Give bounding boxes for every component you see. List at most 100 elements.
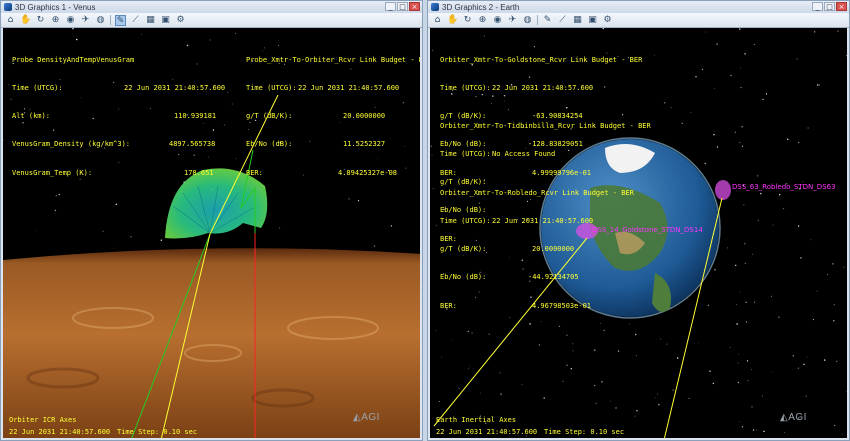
star: [714, 130, 716, 132]
view-icon[interactable]: ◉: [65, 15, 76, 26]
capture-icon[interactable]: ▣: [160, 15, 171, 26]
minimize-button[interactable]: _: [385, 2, 396, 11]
star: [593, 349, 596, 351]
pick-icon[interactable]: ✎: [542, 15, 553, 26]
star: [543, 397, 545, 399]
maximize-button[interactable]: □: [824, 2, 835, 11]
toolbar-separator: [537, 15, 538, 25]
axes-label: Orbiter ICR Axes: [9, 416, 77, 424]
star: [729, 346, 731, 348]
measure-icon[interactable]: ⟋: [557, 15, 568, 26]
app-icon: [431, 3, 439, 11]
fly-icon[interactable]: ✈: [80, 15, 91, 26]
star: [150, 108, 151, 109]
fly-icon[interactable]: ✈: [507, 15, 518, 26]
star: [813, 31, 816, 33]
star: [658, 404, 660, 406]
star: [3, 139, 4, 141]
star: [736, 323, 738, 325]
star: [223, 124, 225, 126]
star: [193, 154, 195, 157]
star: [812, 319, 814, 321]
star: [834, 424, 836, 426]
star: [663, 101, 666, 104]
report-value: 178.651: [184, 168, 214, 177]
report-value: 22 Jun 2031 21:40:57.600: [124, 84, 226, 93]
star: [435, 330, 437, 331]
star: [196, 63, 198, 65]
star: [756, 429, 758, 431]
star: [846, 390, 847, 392]
report-label: VenusGram_Density (kg/km^3):: [12, 140, 131, 149]
properties-icon[interactable]: ▦: [572, 15, 583, 26]
capture-icon[interactable]: ▣: [587, 15, 598, 26]
title-bar[interactable]: 3D Graphics 1 - Venus _ □ ×: [1, 1, 422, 13]
star: [784, 432, 785, 433]
star: [730, 74, 732, 77]
star: [803, 363, 805, 365]
star: [802, 180, 804, 182]
star: [500, 393, 502, 395]
pick-icon[interactable]: ✎: [115, 14, 126, 26]
earth-graphics-window[interactable]: 3D Graphics 2 - Earth _ □ × ⌂ ✋ ↻ ⊕ ◉ ✈ …: [427, 0, 850, 441]
pan-icon[interactable]: ✋: [447, 15, 458, 26]
report-label: g/T (dB/K):: [246, 112, 293, 121]
star: [756, 175, 759, 177]
report-value: 22 Jun 2031 21:40:57.600: [492, 217, 594, 226]
maximize-button[interactable]: □: [397, 2, 408, 11]
zoom-icon[interactable]: ⊕: [477, 15, 488, 26]
star: [390, 225, 393, 227]
rotate-icon[interactable]: ↻: [462, 15, 473, 26]
star: [654, 397, 656, 399]
star: [738, 421, 740, 422]
title-bar[interactable]: 3D Graphics 2 - Earth _ □ ×: [428, 1, 849, 13]
star: [837, 30, 839, 32]
star: [566, 364, 568, 367]
rotate-icon[interactable]: ↻: [35, 15, 46, 26]
agi-logo-text: AGI: [361, 412, 380, 423]
star: [778, 316, 780, 318]
star: [763, 430, 765, 433]
globe-icon[interactable]: ◍: [95, 15, 106, 26]
goldstone-station-label[interactable]: DSS_14_Goldstone_STDN_DS14: [592, 226, 703, 234]
star: [593, 384, 596, 387]
home-icon[interactable]: ⌂: [432, 15, 443, 26]
close-button[interactable]: ×: [409, 2, 420, 11]
star: [695, 76, 697, 78]
star: [227, 91, 229, 93]
settings-icon[interactable]: ⚙: [602, 15, 613, 26]
settings-icon[interactable]: ⚙: [175, 15, 186, 26]
star: [348, 198, 350, 200]
star: [741, 125, 743, 128]
report-value: 22 Jun 2031 21:40:57.600: [492, 84, 594, 93]
star: [787, 138, 789, 140]
report-value: 4.96798503e-01: [532, 301, 592, 310]
home-icon[interactable]: ⌂: [5, 15, 16, 26]
star: [738, 353, 740, 355]
globe-icon[interactable]: ◍: [522, 15, 533, 26]
star: [436, 225, 438, 227]
robledo-station-label[interactable]: DSS_63_Robledo_STDN_DS63: [732, 183, 836, 191]
report-title: Orbiter_Xmtr-To-Robledo_Rcvr Link Budget…: [440, 188, 634, 197]
star: [467, 330, 469, 332]
star: [753, 44, 755, 46]
star: [744, 243, 746, 245]
minimize-button[interactable]: _: [812, 2, 823, 11]
earth-3d-viewport[interactable]: Orbiter_Xmtr-To-Goldstone_Rcvr Link Budg…: [430, 28, 847, 438]
view-icon[interactable]: ◉: [492, 15, 503, 26]
properties-icon[interactable]: ▦: [145, 15, 156, 26]
report-value: -44.92134705: [528, 273, 579, 282]
star: [636, 410, 638, 412]
star: [739, 142, 741, 144]
star: [130, 236, 132, 238]
venus-3d-viewport[interactable]: Probe DensityAndTempVenusGram Time (UTCG…: [3, 28, 420, 438]
close-button[interactable]: ×: [836, 2, 847, 11]
venus-graphics-window[interactable]: 3D Graphics 1 - Venus _ □ × ⌂ ✋ ↻ ⊕ ◉ ✈ …: [0, 0, 423, 441]
star: [818, 84, 821, 86]
star: [572, 343, 574, 345]
star: [681, 122, 683, 124]
agi-logo-text: AGI: [788, 412, 807, 423]
measure-icon[interactable]: ⟋: [130, 15, 141, 26]
zoom-icon[interactable]: ⊕: [50, 15, 61, 26]
pan-icon[interactable]: ✋: [20, 15, 31, 26]
